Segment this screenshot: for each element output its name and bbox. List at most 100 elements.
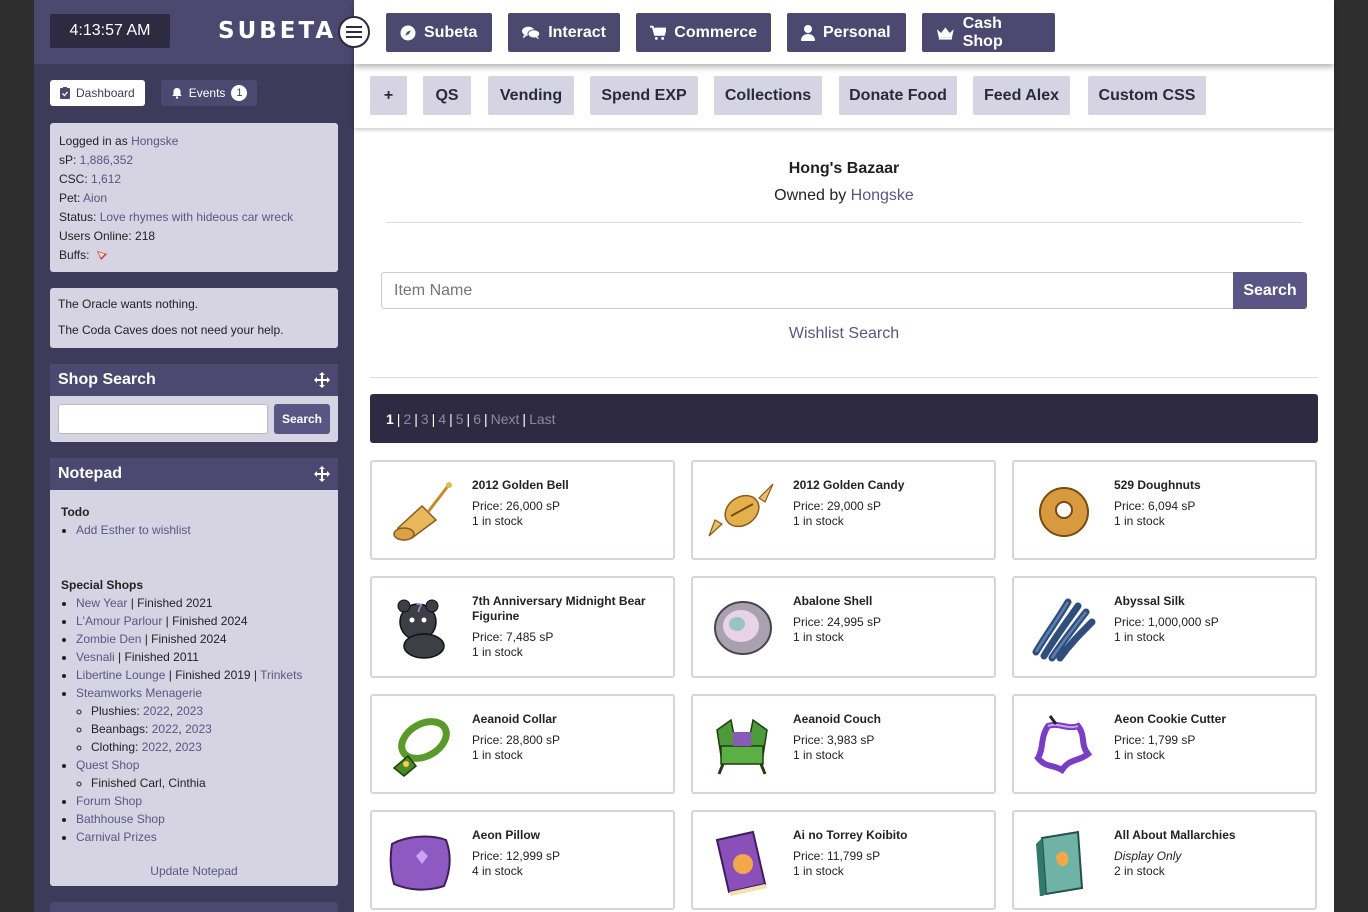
shop-item-card[interactable]: Abalone Shell Price: 24,995 sP 1 in stock: [691, 576, 996, 678]
shop-search-button[interactable]: Search: [274, 404, 330, 434]
trinkets-link[interactable]: Trinkets: [260, 668, 302, 682]
page-link[interactable]: 3: [421, 411, 429, 427]
nav-commerce[interactable]: Commerce: [636, 13, 771, 52]
next-page-link[interactable]: Next: [491, 411, 520, 427]
nav-interact[interactable]: Interact: [508, 13, 620, 52]
status-value[interactable]: Love rhymes with hideous car wreck: [100, 210, 293, 224]
quick-link-collections[interactable]: Collections: [714, 76, 822, 115]
menu-toggle-button[interactable]: [338, 16, 370, 48]
separator: |: [522, 410, 527, 427]
dashboard-button[interactable]: Dashboard: [50, 80, 145, 106]
wishlist-search-link[interactable]: Wishlist Search: [354, 325, 1334, 343]
shop-item-card[interactable]: All About Mallarchies Display Only 2 in st…: [1012, 810, 1317, 910]
collapsed-panel-header[interactable]: [50, 902, 338, 912]
quick-link-qs[interactable]: QS: [423, 76, 471, 115]
shop-item-card[interactable]: Ai no Torrey Koibito Price: 11,799 sP 1 in…: [691, 810, 996, 910]
shop-item-card[interactable]: Abyssal Silk Price: 1,000,000 sP 1 in stoc…: [1012, 576, 1317, 678]
item-name[interactable]: Aeanoid Collar: [472, 712, 662, 727]
quick-link-feed-alex[interactable]: Feed Alex: [973, 76, 1070, 115]
csc-value[interactable]: 1,612: [91, 172, 121, 186]
new-year-link[interactable]: New Year: [76, 596, 127, 610]
quick-link-custom-css[interactable]: Custom CSS: [1088, 76, 1206, 115]
update-notepad-button[interactable]: Update Notepad: [61, 862, 327, 880]
shop-item-card[interactable]: 2012 Golden Candy Price: 29,000 sP 1 in st…: [691, 460, 996, 560]
shop-search-header[interactable]: Shop Search: [50, 364, 338, 396]
owner-link[interactable]: Hongske: [851, 187, 914, 204]
todo-link[interactable]: Add Esther to wishlist: [76, 523, 191, 537]
page-link[interactable]: 6: [473, 411, 481, 427]
shop-item-card[interactable]: Aeon Pillow Price: 12,999 sP 4 in stock: [370, 810, 675, 910]
nav-subeta[interactable]: Subeta: [386, 13, 492, 52]
move-icon[interactable]: [314, 372, 330, 388]
item-name[interactable]: Aeon Cookie Cutter: [1114, 712, 1304, 727]
quest-shop-link[interactable]: Quest Shop: [76, 758, 139, 772]
quick-link-vending[interactable]: Vending: [488, 76, 574, 115]
shop-search-input[interactable]: [58, 404, 268, 434]
item-name[interactable]: 2012 Golden Bell: [472, 478, 662, 493]
item-name[interactable]: 529 Doughnuts: [1114, 478, 1304, 493]
page-link[interactable]: 5: [456, 411, 464, 427]
sp-label: sP:: [59, 153, 80, 167]
last-page-link[interactable]: Last: [529, 411, 555, 427]
todo-heading: Todo: [61, 505, 90, 519]
username-link[interactable]: Hongske: [131, 134, 178, 148]
nav-personal[interactable]: Personal: [787, 13, 906, 52]
item-name[interactable]: Aeanoid Couch: [793, 712, 983, 727]
plushies-2022-link[interactable]: 2022: [143, 704, 170, 718]
clothing-2022-link[interactable]: 2022: [142, 740, 169, 754]
beanbags-2023-link[interactable]: 2023: [185, 722, 212, 736]
shop-item-card[interactable]: Aeon Cookie Cutter Price: 1,799 sP 1 in st…: [1012, 694, 1317, 794]
move-icon[interactable]: [314, 466, 330, 482]
buff-potion-icon[interactable]: [95, 249, 109, 261]
status-text: | Finished 2021: [127, 596, 213, 610]
beanbags-label: Beanbags:: [91, 722, 152, 736]
item-name[interactable]: 7th Anniversary Midnight Bear Figurine: [472, 594, 662, 624]
buffs-row: Buffs:: [59, 246, 329, 265]
plushies-label: Plushies:: [91, 704, 144, 718]
item-price: Price: 28,800 sP: [472, 733, 561, 747]
separator: |: [466, 410, 471, 427]
item-name[interactable]: Aeon Pillow: [472, 828, 662, 843]
item-name[interactable]: 2012 Golden Candy: [793, 478, 983, 493]
shop-item-card[interactable]: 2012 Golden Bell Price: 26,000 sP 1 in sto…: [370, 460, 675, 560]
vesnali-link[interactable]: Vesnali: [76, 650, 115, 664]
page-link[interactable]: 4: [438, 411, 446, 427]
sp-value[interactable]: 1,886,352: [80, 153, 133, 167]
item-search-button[interactable]: Search: [1233, 272, 1307, 309]
forum-shop-link[interactable]: Forum Shop: [76, 794, 142, 808]
item-name[interactable]: All About Mallarchies: [1114, 828, 1304, 843]
libertine-link[interactable]: Libertine Lounge: [76, 668, 165, 682]
bathhouse-shop-link[interactable]: Bathhouse Shop: [76, 812, 165, 826]
lamour-link[interactable]: L'Amour Parlour: [76, 614, 162, 628]
shop-owner-line: Owned by Hongske: [354, 187, 1334, 205]
bell-icon: [172, 88, 182, 99]
shop-item-card[interactable]: 529 Doughnuts Price: 6,094 sP 1 in stock: [1012, 460, 1317, 560]
quick-link-donate-food[interactable]: Donate Food: [839, 76, 957, 115]
item-stock: 1 in stock: [472, 514, 523, 528]
site-logo[interactable]: SUBETA: [218, 18, 336, 44]
shop-item-card[interactable]: Aeanoid Couch Price: 3,983 sP 1 in stock: [691, 694, 996, 794]
item-name[interactable]: Abyssal Silk: [1114, 594, 1304, 609]
svg-text:7: 7: [416, 601, 423, 615]
sp-row: sP: 1,886,352: [59, 151, 329, 170]
events-button[interactable]: Events 1: [160, 80, 258, 106]
quick-link-spend-exp[interactable]: Spend EXP: [590, 76, 698, 115]
page-link[interactable]: 2: [403, 411, 411, 427]
carnival-prizes-link[interactable]: Carnival Prizes: [76, 830, 157, 844]
add-quick-link-button[interactable]: +: [370, 76, 407, 115]
steamworks-link[interactable]: Steamworks Menagerie: [76, 686, 202, 700]
shop-item-card[interactable]: 7 7th Anniversary Midnight Bear Figurine…: [370, 576, 675, 678]
item-name-input[interactable]: [381, 272, 1233, 309]
shop-item-card[interactable]: Aeanoid Collar Price: 28,800 sP 1 in stock: [370, 694, 675, 794]
zombie-den-link[interactable]: Zombie Den: [76, 632, 141, 646]
nav-cash-shop[interactable]: Cash Shop: [922, 13, 1055, 52]
notepad-header[interactable]: Notepad: [50, 458, 338, 490]
notepad-content[interactable]: Todo Add Esther to wishlist Special Shop…: [50, 490, 338, 890]
plushies-2023-link[interactable]: 2023: [176, 704, 203, 718]
item-name[interactable]: Ai no Torrey Koibito: [793, 828, 983, 843]
item-name[interactable]: Abalone Shell: [793, 594, 983, 609]
pet-link[interactable]: Aion: [83, 191, 107, 205]
beanbags-2022-link[interactable]: 2022: [152, 722, 179, 736]
separator: |: [431, 410, 436, 427]
clothing-2023-link[interactable]: 2023: [175, 740, 202, 754]
